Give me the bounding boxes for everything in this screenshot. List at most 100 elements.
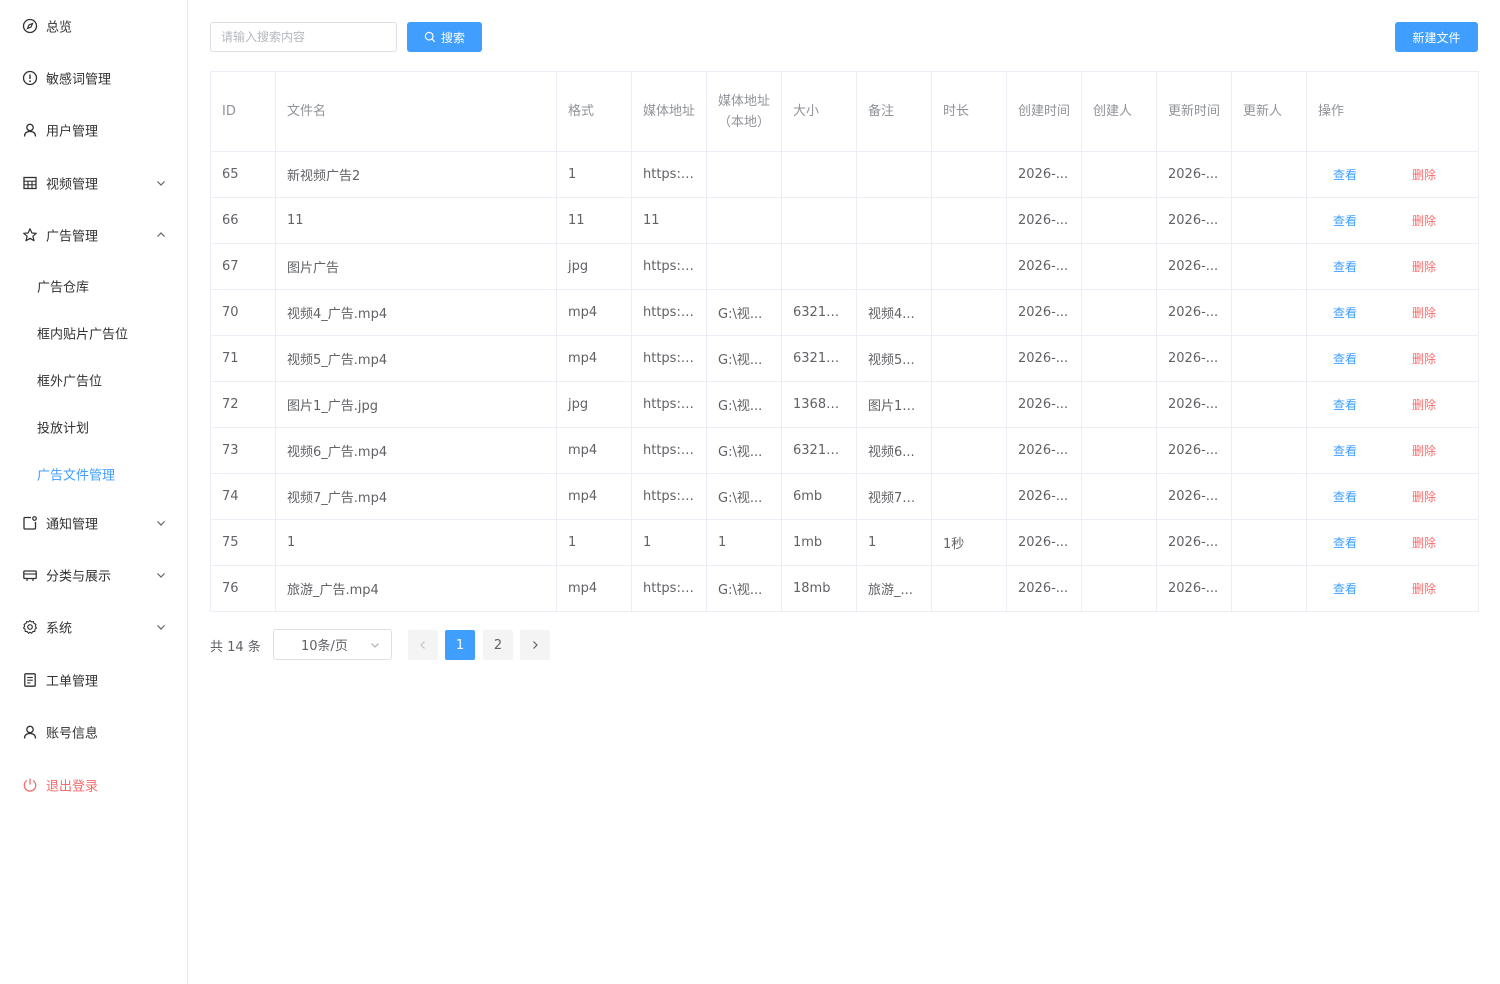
updater-cell [1231, 151, 1307, 198]
new-file-button[interactable]: 新建文件 [1395, 22, 1478, 52]
chevron-left-icon [418, 640, 428, 650]
remark-cell [856, 197, 932, 244]
view-link[interactable]: 查看 [1333, 258, 1357, 275]
updated-at-cell: 2026-... [1156, 519, 1232, 566]
compass-icon [21, 17, 39, 35]
sidebar: 总览 敏感词管理 用户管理 视频管理 广告管理 广告仓库 框内贴片广告位 框外广… [0, 0, 188, 984]
id-cell: 72 [210, 381, 276, 428]
view-link[interactable]: 查看 [1333, 212, 1357, 229]
delete-link[interactable]: 删除 [1412, 350, 1436, 367]
id-cell: 73 [210, 427, 276, 474]
menu-item-users[interactable]: 用户管理 [0, 104, 187, 156]
created-at-cell: 2026-... [1006, 565, 1082, 612]
column-header-filename: 文件名 [275, 71, 557, 152]
delete-link[interactable]: 删除 [1412, 304, 1436, 321]
view-link[interactable]: 查看 [1333, 396, 1357, 413]
user-icon [21, 723, 39, 741]
media-local-cell [706, 151, 782, 198]
menu-item-overview[interactable]: 总览 [0, 0, 187, 52]
submenu-item-ad-warehouse[interactable]: 广告仓库 [0, 263, 187, 309]
column-header-creator: 创建人 [1081, 71, 1157, 152]
menu-item-videos[interactable]: 视频管理 [0, 157, 187, 209]
view-link[interactable]: 查看 [1333, 442, 1357, 459]
page-button-2[interactable]: 2 [483, 630, 513, 660]
page-button-1[interactable]: 1 [445, 630, 475, 660]
submenu-item-inframe-ad-slot[interactable]: 框内贴片广告位 [0, 310, 187, 356]
actions-cell: 查看 删除 [1306, 565, 1479, 612]
menu-label: 系统 [46, 621, 73, 637]
created-at-cell: 2026-... [1006, 335, 1082, 382]
menu-item-categories[interactable]: 分类与展示 [0, 549, 187, 601]
format-cell: mp4 [556, 473, 632, 520]
delete-link[interactable]: 删除 [1412, 442, 1436, 459]
delete-link[interactable]: 删除 [1412, 166, 1436, 183]
created-at-cell: 2026-... [1006, 519, 1082, 566]
view-link[interactable]: 查看 [1333, 580, 1357, 597]
menu-label: 工单管理 [46, 674, 99, 690]
updated-at-cell: 2026-... [1156, 473, 1232, 520]
menu-label: 总览 [46, 20, 73, 36]
created-at-cell: 2026-... [1006, 289, 1082, 336]
column-header-updater: 更新人 [1231, 71, 1307, 152]
menu-item-account[interactable]: 账号信息 [0, 706, 187, 758]
prev-page-button[interactable] [408, 630, 438, 660]
creator-cell [1081, 335, 1157, 382]
submenu-item-ad-file-management[interactable]: 广告文件管理 [0, 451, 187, 497]
submenu-label: 投放计划 [37, 421, 90, 437]
view-link[interactable]: 查看 [1333, 166, 1357, 183]
updated-at-cell: 2026-... [1156, 289, 1232, 336]
delete-link[interactable]: 删除 [1412, 488, 1436, 505]
filename-cell: 11 [275, 197, 557, 244]
view-link[interactable]: 查看 [1333, 534, 1357, 551]
delete-link[interactable]: 删除 [1412, 534, 1436, 551]
menu-item-sensitive-words[interactable]: 敏感词管理 [0, 52, 187, 104]
filename-cell: 视频6_广告.mp4 [275, 427, 557, 474]
menu-label: 敏感词管理 [46, 72, 112, 88]
menu-label: 分类与展示 [46, 569, 112, 585]
size-cell [781, 197, 857, 244]
delete-link[interactable]: 删除 [1412, 396, 1436, 413]
menu-label: 通知管理 [46, 517, 99, 533]
filename-cell: 视频4_广告.mp4 [275, 289, 557, 336]
remark-cell: 视频5... [856, 335, 932, 382]
table-row: 66 11 11 11 2026-... 2026-... 查看 删除 [210, 197, 1479, 244]
media-local-cell [706, 197, 782, 244]
id-cell: 75 [210, 519, 276, 566]
submenu-item-outframe-ad-slot[interactable]: 框外广告位 [0, 357, 187, 403]
search-button-label: 搜索 [440, 30, 465, 45]
filename-cell: 视频7_广告.mp4 [275, 473, 557, 520]
size-cell: 63215... [781, 289, 857, 336]
menu-item-system[interactable]: 系统 [0, 601, 187, 653]
submenu-label: 广告仓库 [37, 280, 90, 296]
menu-item-logout[interactable]: 退出登录 [0, 759, 187, 811]
submenu-item-delivery-plan[interactable]: 投放计划 [0, 404, 187, 450]
chevron-right-icon [530, 640, 540, 650]
menu-item-tickets[interactable]: 工单管理 [0, 654, 187, 706]
actions-cell: 查看 删除 [1306, 519, 1479, 566]
delete-link[interactable]: 删除 [1412, 258, 1436, 275]
column-header-size: 大小 [781, 71, 857, 152]
menu-item-notifications[interactable]: 通知管理 [0, 497, 187, 549]
view-link[interactable]: 查看 [1333, 350, 1357, 367]
column-header-media-url: 媒体地址 [631, 71, 707, 152]
user-icon [21, 121, 39, 139]
media-url-cell: 11 [631, 197, 707, 244]
updated-at-cell: 2026-... [1156, 381, 1232, 428]
delete-link[interactable]: 删除 [1412, 212, 1436, 229]
menu-label: 视频管理 [46, 177, 99, 193]
column-header-updated-at: 更新时间 [1156, 71, 1232, 152]
media-url-cell: https:/... [631, 427, 707, 474]
page-size-select[interactable]: 10条/页 [273, 629, 392, 660]
format-cell: 11 [556, 197, 632, 244]
media-url-cell: https:/... [631, 151, 707, 198]
view-link[interactable]: 查看 [1333, 488, 1357, 505]
created-at-cell: 2026-... [1006, 473, 1082, 520]
format-cell: 1 [556, 151, 632, 198]
next-page-button[interactable] [520, 630, 550, 660]
actions-cell: 查看 删除 [1306, 473, 1479, 520]
view-link[interactable]: 查看 [1333, 304, 1357, 321]
search-button[interactable]: 搜索 [407, 22, 482, 52]
delete-link[interactable]: 删除 [1412, 580, 1436, 597]
menu-item-ads[interactable]: 广告管理 [0, 209, 187, 261]
search-input[interactable] [210, 22, 397, 52]
